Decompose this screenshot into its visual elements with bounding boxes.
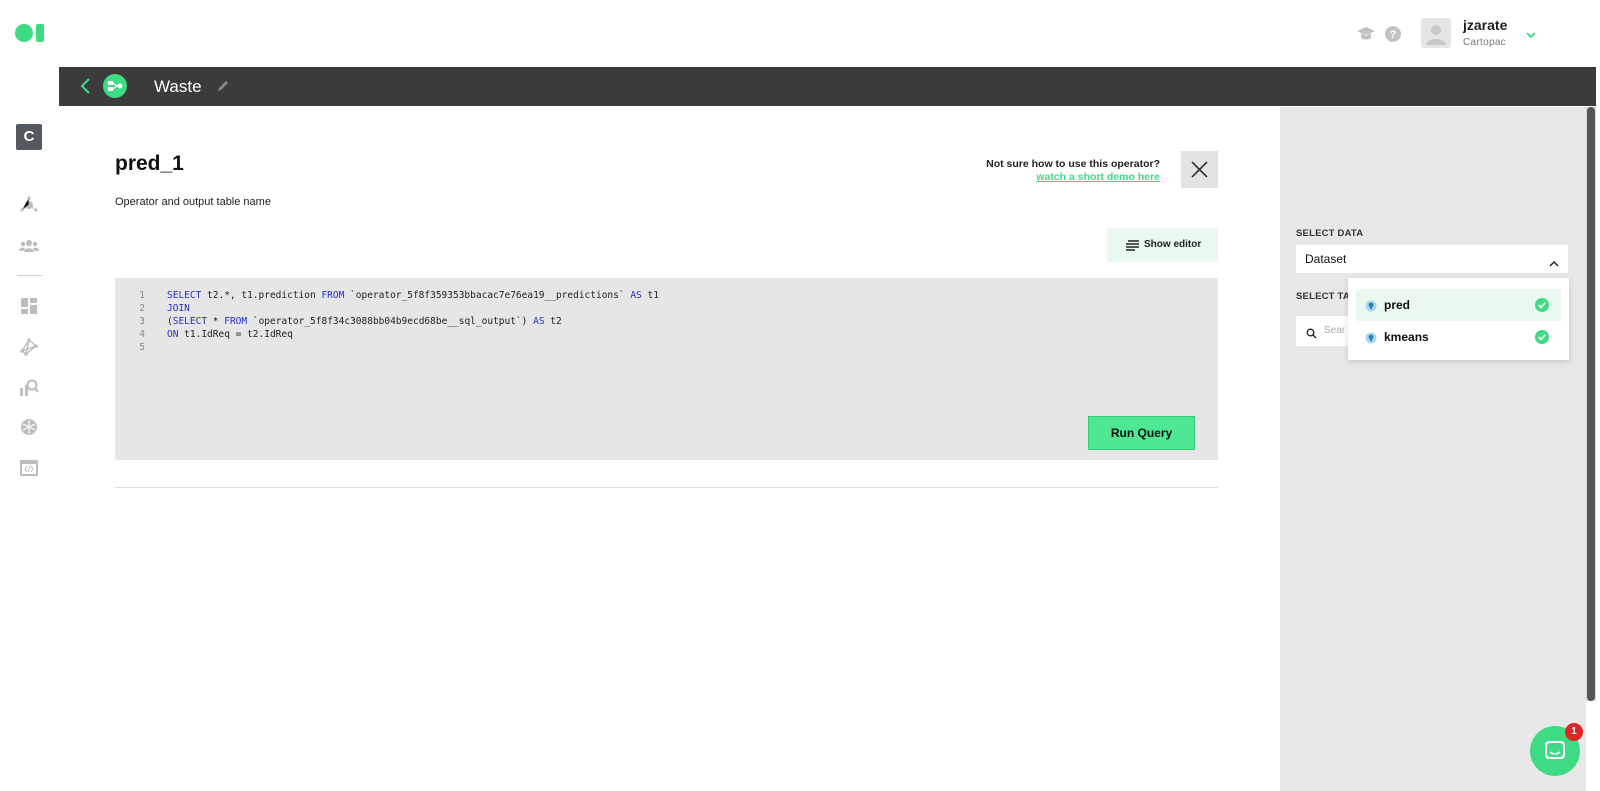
dropdown-item-pred[interactable]: pred bbox=[1356, 289, 1561, 321]
code-line[interactable]: 3 (SELECT * FROM `operator_5f8f34c3088bb0… bbox=[115, 316, 1218, 329]
show-editor-button[interactable]: Show editor bbox=[1107, 228, 1218, 262]
dashboard-icon[interactable] bbox=[19, 296, 39, 316]
sql-token: `operator_5f8f34c3088bb04b9ecd68be__sql_… bbox=[247, 316, 534, 327]
sql-token: t1.IdReq = t2.IdReq bbox=[178, 329, 293, 340]
code-line[interactable]: 5 bbox=[115, 342, 1218, 355]
sql-token: t2 bbox=[544, 316, 562, 327]
editor-lines-icon bbox=[1125, 239, 1139, 251]
svg-text:?: ? bbox=[1390, 29, 1397, 41]
code-text: SELECT t2.*, t1.prediction FROM `operato… bbox=[167, 290, 659, 301]
dataset-select-value: Dataset bbox=[1305, 252, 1347, 266]
close-icon bbox=[1191, 161, 1208, 178]
sql-keyword: FROM bbox=[224, 316, 248, 327]
close-button[interactable] bbox=[1181, 151, 1218, 188]
line-number: 3 bbox=[139, 316, 145, 327]
line-number: 4 bbox=[139, 329, 145, 340]
sql-keyword: JOIN bbox=[167, 303, 190, 314]
analytics-icon[interactable] bbox=[19, 377, 39, 397]
demo-link[interactable]: watch a short demo here bbox=[900, 171, 1160, 183]
code-line[interactable]: 2 JOIN bbox=[115, 303, 1218, 316]
dropdown-item-label: pred bbox=[1384, 298, 1411, 312]
code-text: (SELECT * FROM `operator_5f8f34c3088bb04… bbox=[167, 316, 562, 327]
pencil-icon[interactable] bbox=[216, 79, 230, 93]
code-line[interactable]: 1 SELECT t2.*, t1.prediction FROM `operat… bbox=[115, 290, 1218, 303]
sql-keyword: AS bbox=[533, 316, 545, 327]
sql-editor[interactable]: 1 SELECT t2.*, t1.prediction FROM `operat… bbox=[115, 278, 1218, 460]
search-icon bbox=[1306, 326, 1317, 339]
sql-token: `operator_5f8f359353bbacac7e76ea19__pred… bbox=[344, 290, 631, 301]
select-data-label: SELECT DATA bbox=[1296, 228, 1364, 239]
sidebar-divider bbox=[17, 275, 42, 276]
sql-keyword: FROM bbox=[321, 290, 345, 301]
graduation-cap-icon[interactable] bbox=[1356, 24, 1376, 44]
sql-keyword: SELECT bbox=[167, 290, 202, 301]
workspace-badge[interactable]: C bbox=[16, 124, 42, 150]
network-icon[interactable] bbox=[19, 337, 39, 357]
line-number: 2 bbox=[139, 303, 145, 314]
help-icon[interactable]: ? bbox=[1383, 24, 1403, 44]
help-question: Not sure how to use this operator? bbox=[986, 158, 1160, 170]
workflow-icon bbox=[103, 74, 127, 98]
app-logo[interactable] bbox=[15, 23, 45, 43]
sql-keyword: AS bbox=[630, 290, 642, 301]
sql-token: t1 bbox=[641, 290, 659, 301]
operator-title[interactable]: pred_1 bbox=[115, 152, 184, 176]
line-number: 5 bbox=[139, 342, 145, 353]
chat-icon bbox=[1545, 741, 1565, 759]
dropdown-item-kmeans[interactable]: kmeans bbox=[1356, 321, 1561, 353]
chevron-down-icon[interactable] bbox=[1525, 27, 1537, 39]
avatar[interactable] bbox=[1421, 18, 1451, 48]
dataset-select[interactable]: Dataset bbox=[1296, 245, 1568, 273]
scrollbar-thumb[interactable] bbox=[1587, 107, 1595, 701]
code-icon[interactable] bbox=[19, 458, 39, 478]
check-circle-icon bbox=[1534, 297, 1550, 313]
code-text: JOIN bbox=[167, 303, 190, 314]
run-query-button[interactable]: Run Query bbox=[1088, 416, 1195, 450]
code-line[interactable]: 4 ON t1.IdReq = t2.IdReq bbox=[115, 329, 1218, 342]
chevron-up-icon bbox=[1549, 255, 1559, 267]
sql-keyword: ON bbox=[167, 329, 179, 340]
back-arrow-icon[interactable] bbox=[79, 77, 93, 95]
line-number: 1 bbox=[139, 290, 145, 301]
search-placeholder: Sear bbox=[1324, 325, 1346, 336]
code-text: ON t1.IdReq = t2.IdReq bbox=[167, 329, 293, 340]
dataset-dropdown: pred kmeans bbox=[1348, 278, 1569, 360]
data-panel: SELECT DATA Dataset SELECT TA Sear bbox=[1280, 107, 1586, 791]
lightbulb-icon bbox=[1365, 299, 1377, 312]
user-org: Cartopac bbox=[1463, 37, 1506, 48]
workflow-header: Waste bbox=[59, 67, 1596, 106]
users-icon[interactable] bbox=[19, 236, 39, 256]
brain-icon[interactable] bbox=[19, 417, 39, 437]
check-circle-icon bbox=[1534, 329, 1550, 345]
operator-subtitle: Operator and output table name bbox=[115, 196, 271, 208]
table-search-input[interactable]: Sear bbox=[1296, 316, 1356, 346]
workflow-title: Waste bbox=[154, 77, 202, 96]
user-name[interactable]: jzarate bbox=[1463, 17, 1507, 33]
lightbulb-icon bbox=[1365, 331, 1377, 344]
select-table-label: SELECT TA bbox=[1296, 291, 1350, 302]
nodes-icon[interactable] bbox=[19, 195, 39, 215]
sql-token: * bbox=[207, 316, 225, 327]
show-editor-label: Show editor bbox=[1144, 239, 1202, 250]
sql-token: t2.*, t1.prediction bbox=[201, 290, 322, 301]
sql-keyword: SELECT bbox=[172, 316, 208, 327]
section-divider bbox=[115, 487, 1218, 488]
app-root: ? jzarate Cartopac C Waste pred_1 Operat… bbox=[0, 0, 1600, 791]
chat-badge: 1 bbox=[1565, 723, 1583, 741]
dropdown-item-label: kmeans bbox=[1384, 330, 1429, 344]
